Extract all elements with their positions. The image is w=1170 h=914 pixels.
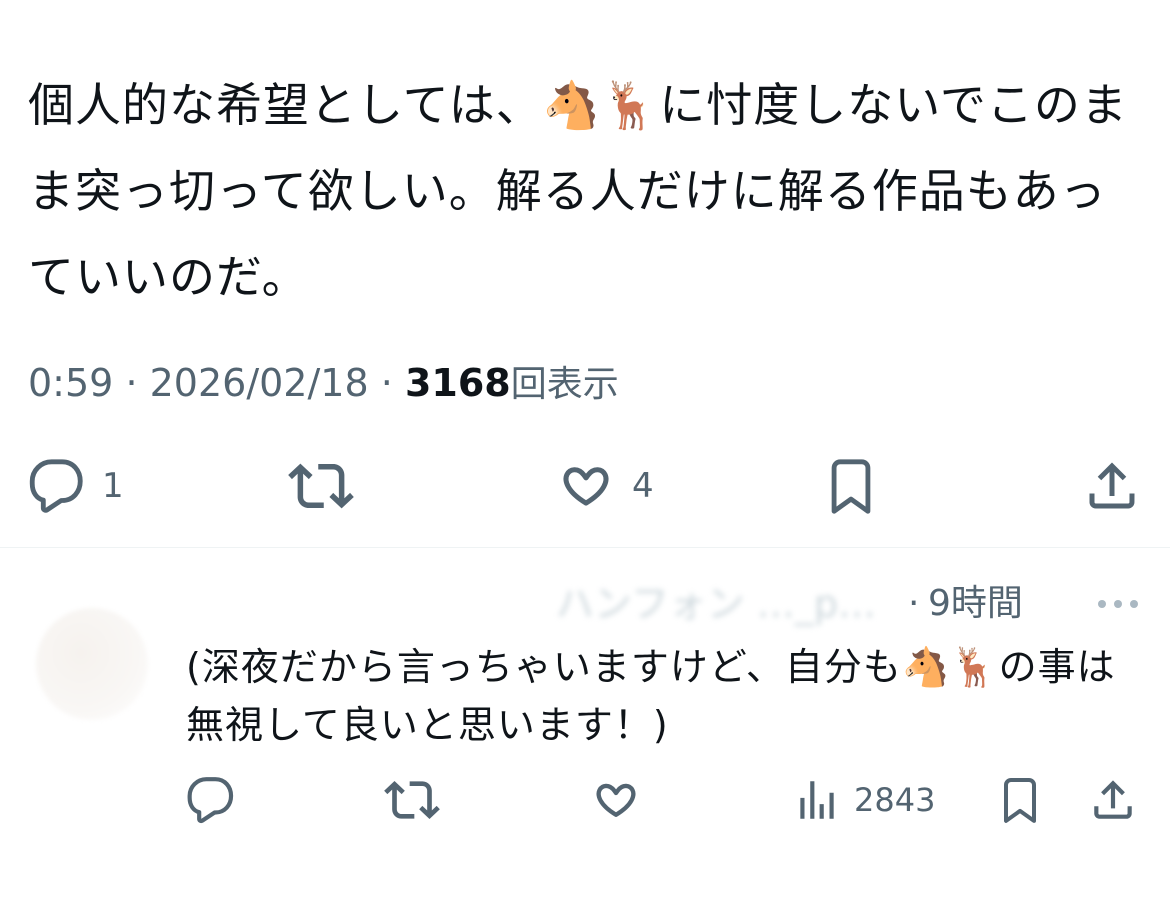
reply-retweet-button[interactable] (384, 768, 440, 832)
reply-share-button[interactable] (1088, 768, 1138, 832)
meta-separator: · (380, 361, 393, 405)
reply-text-part1: (深夜だから言っちゃいますけど、自分も (186, 645, 902, 689)
reply-tweet[interactable]: ハンフォン …_p… · 9時間 (深夜だから言っちゃいますけど、自分も🐴🦌の事… (0, 548, 1170, 914)
main-tweet: 個人的な希望としては、🐴🦌に忖度しないでこのまま突っ切って欲しい。解る人だけに解… (0, 0, 1170, 548)
share-icon (1094, 780, 1132, 819)
reply-author-display-name: ハンフォン (555, 582, 745, 626)
like-button[interactable]: 4 (556, 448, 654, 524)
reply-bookmark-button[interactable] (996, 768, 1044, 832)
horse-emoji: 🐴 (542, 78, 601, 132)
tweet-text-part1: 個人的な希望としては、 (28, 78, 543, 132)
tweet-time[interactable]: 0:59 (28, 361, 113, 405)
bookmark-icon (831, 459, 871, 514)
horse-emoji: 🐴 (901, 645, 951, 689)
reply-text: (深夜だから言っちゃいますけど、自分も🐴🦌の事は無視して良いと思います！) (186, 638, 1146, 754)
heart-icon (563, 467, 609, 506)
bookmark-icon (1004, 778, 1036, 823)
reply-views-count: 2843 (854, 781, 936, 819)
reply-icon (29, 459, 83, 513)
share-icon (1089, 462, 1135, 509)
tweet-date[interactable]: 2026/02/18 (150, 361, 369, 405)
reply-views-button[interactable]: 2843 (792, 768, 935, 832)
share-button[interactable] (1082, 448, 1142, 524)
reply-separator: · (908, 583, 920, 624)
meta-separator: · (125, 361, 138, 405)
reply-action-bar: 2843 (0, 768, 1170, 832)
views-count[interactable]: 3168 (405, 361, 511, 405)
avatar[interactable] (36, 608, 148, 720)
reply-time[interactable]: 9時間 (928, 578, 1023, 630)
heart-icon (596, 783, 636, 817)
tweet-text: 個人的な希望としては、🐴🦌に忖度しないでこのまま突っ切って欲しい。解る人だけに解… (28, 62, 1138, 320)
reply-author-handle: …_p… (756, 582, 876, 626)
reply-header: ハンフォン …_p… · 9時間 (186, 578, 1146, 630)
tweet-meta: 0:59 · 2026/02/18 · 3168回表示 (28, 358, 619, 410)
more-icon[interactable] (1096, 592, 1140, 616)
tweet-action-bar: 1 4 (0, 448, 1170, 524)
retweet-icon (288, 463, 354, 509)
views-label[interactable]: 回表示 (511, 364, 619, 405)
reply-like-button[interactable] (590, 768, 642, 832)
like-count: 4 (632, 466, 654, 506)
deer-emoji: 🦌 (950, 645, 999, 689)
reply-button[interactable]: 1 (28, 448, 124, 524)
deer-emoji: 🦌 (600, 78, 660, 132)
reply-reply-button[interactable] (186, 768, 236, 832)
retweet-icon (384, 781, 440, 819)
reply-count: 1 (102, 466, 124, 506)
reply-author-name[interactable]: ハンフォン …_p… (186, 578, 876, 630)
views-icon (800, 781, 834, 819)
reply-icon (187, 777, 234, 824)
retweet-button[interactable] (288, 448, 354, 524)
bookmark-button[interactable] (822, 448, 880, 524)
